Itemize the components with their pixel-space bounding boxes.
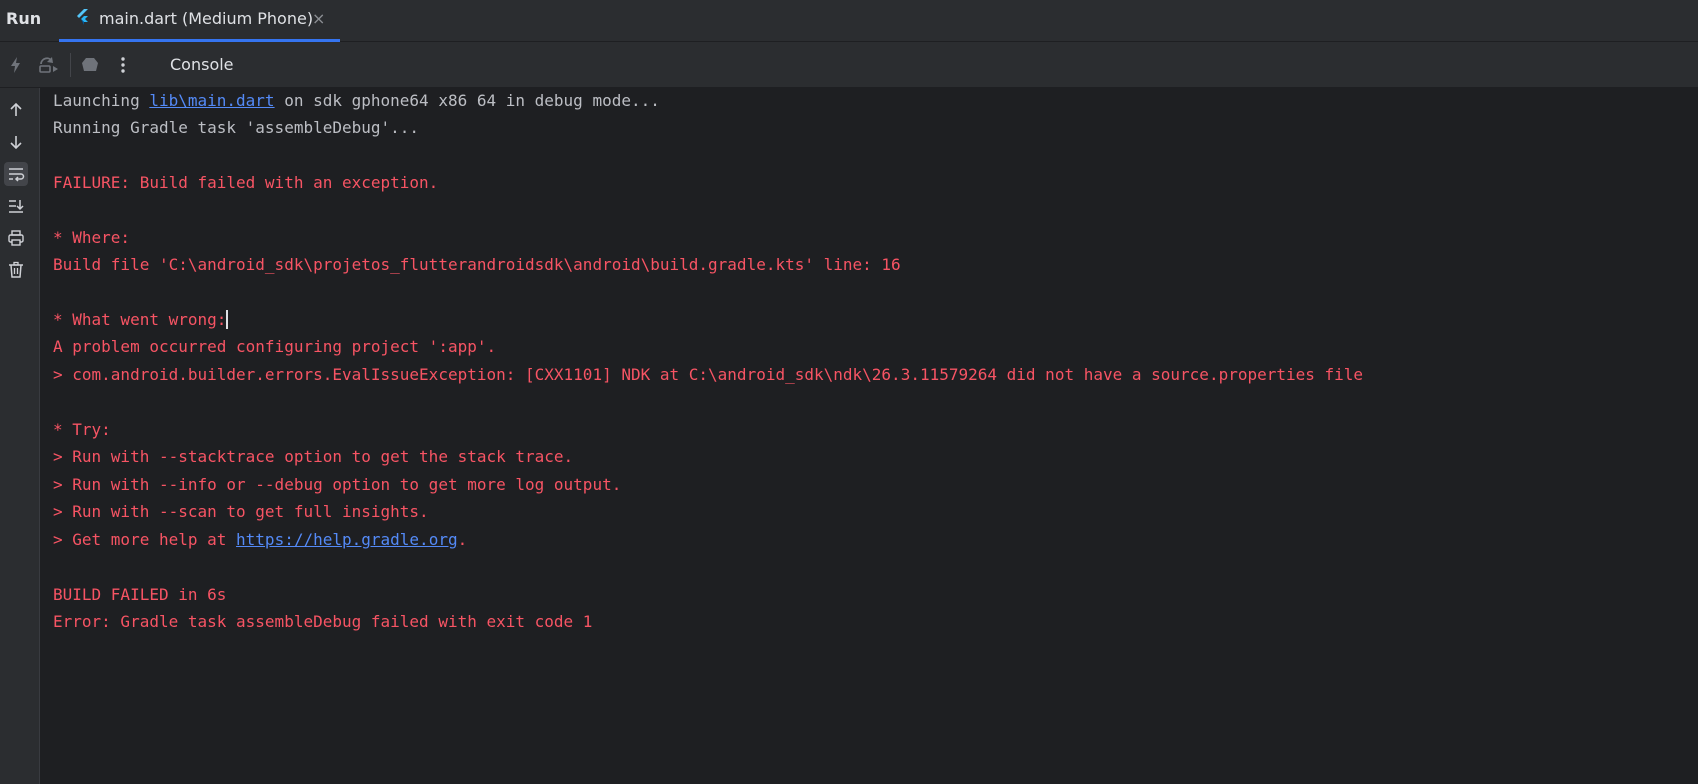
tab-main-dart[interactable]: main.dart (Medium Phone) × <box>59 0 340 42</box>
more-icon[interactable] <box>113 55 133 75</box>
console-line: Build file 'C:\android_sdk\projetos_flut… <box>53 255 901 274</box>
lightning-icon[interactable] <box>6 55 26 75</box>
text-cursor <box>226 310 229 329</box>
console-line: > Run with --stacktrace option to get th… <box>53 447 574 466</box>
console-line: Running Gradle task 'assembleDebug'... <box>53 118 420 137</box>
console-line: FAILURE: Build failed with an exception. <box>53 173 439 192</box>
console-line: * What went wrong: <box>53 310 229 330</box>
console-text: * What went wrong: <box>53 310 227 329</box>
console-line: Launching lib\main.dart on sdk gphone64 … <box>53 91 660 111</box>
console-line: > Run with --info or --debug option to g… <box>53 475 622 494</box>
console-output[interactable]: Launching lib\main.dart on sdk gphone64 … <box>53 89 1698 784</box>
file-link[interactable]: lib\main.dart <box>149 91 274 110</box>
trash-icon[interactable] <box>4 258 28 282</box>
console-text: on sdk gphone64 x86 64 in debug mode... <box>274 91 660 110</box>
console-line: > Get more help at https://help.gradle.o… <box>53 530 467 550</box>
console-line: * Where: <box>53 228 131 247</box>
soft-wrap-icon[interactable] <box>4 162 28 186</box>
tool-window-header: Run main.dart (Medium Phone) × <box>0 0 1698 42</box>
arrow-down-icon[interactable] <box>4 130 28 154</box>
help-link[interactable]: https://help.gradle.org <box>236 530 458 549</box>
console-line: * Try: <box>53 420 111 439</box>
console-text: Launching <box>53 91 150 110</box>
console-line: > com.android.builder.errors.EvalIssueEx… <box>53 365 1364 384</box>
restart-icon[interactable] <box>38 55 58 75</box>
flutter-icon <box>76 9 90 29</box>
console-line: > Run with --scan to get full insights. <box>53 502 429 521</box>
scroll-to-end-icon[interactable] <box>4 194 28 218</box>
console-line: BUILD FAILED in 6s <box>53 585 227 604</box>
toolbar-separator <box>70 53 71 77</box>
tab-label: main.dart (Medium Phone) <box>99 9 314 28</box>
stop-icon[interactable] <box>80 55 100 75</box>
run-toolbar: Console <box>0 42 1698 88</box>
console-text: . <box>457 530 468 549</box>
console-line: A problem occurred configuring project '… <box>53 337 497 356</box>
tab-console[interactable]: Console <box>170 55 234 74</box>
console-line: Error: Gradle task assembleDebug failed … <box>53 612 593 631</box>
close-icon[interactable]: × <box>312 9 325 28</box>
print-icon[interactable] <box>4 226 28 250</box>
console-text: > Get more help at <box>53 530 237 549</box>
arrow-up-icon[interactable] <box>4 98 28 122</box>
console-gutter-toolbar <box>0 88 40 784</box>
run-tool-window-title[interactable]: Run <box>6 9 41 28</box>
